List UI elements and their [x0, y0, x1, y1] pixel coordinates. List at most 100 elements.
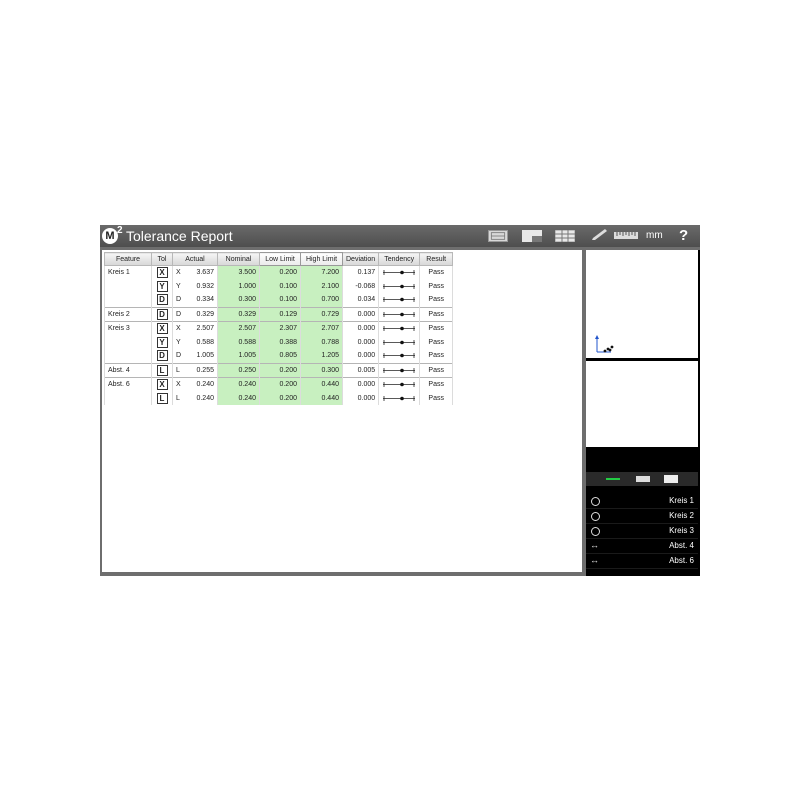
feature-cell: [104, 391, 152, 405]
result-value: Pass: [419, 362, 454, 378]
result-value: Pass: [419, 335, 454, 349]
low-limit-value[interactable]: 0.200: [259, 362, 301, 378]
header-actual[interactable]: Actual: [172, 252, 218, 266]
tolerance-toggle[interactable]: D: [156, 294, 168, 306]
table-row[interactable]: Abst. 6 X X 0.240 0.240 0.200 0.440 0.000 Pass: [104, 377, 454, 392]
tab-list-3[interactable]: [664, 475, 678, 483]
nominal-value[interactable]: 0.588: [217, 335, 260, 349]
high-limit-value[interactable]: 0.440: [300, 377, 343, 392]
tolerance-toggle[interactable]: D: [156, 308, 168, 320]
table-row[interactable]: Kreis 2 D D 0.329 0.329 0.129 0.729 0.000 Pass: [104, 306, 454, 322]
low-limit-value[interactable]: 0.388: [259, 335, 301, 349]
low-limit-value[interactable]: 0.129: [259, 306, 301, 322]
tab-list-2[interactable]: [636, 476, 650, 482]
low-limit-value[interactable]: 0.200: [259, 377, 301, 392]
tolerance-toggle[interactable]: X: [156, 379, 168, 391]
tolerance-toggle[interactable]: Y: [156, 336, 168, 348]
table-view-icon[interactable]: [555, 230, 575, 242]
high-limit-value[interactable]: 0.300: [300, 362, 343, 378]
report-layout-icon[interactable]: [488, 230, 508, 242]
header-nominal[interactable]: Nominal: [217, 252, 260, 266]
high-limit-value[interactable]: 0.440: [300, 391, 343, 405]
nominal-value[interactable]: 1.000: [217, 279, 260, 293]
nominal-value[interactable]: 0.300: [217, 293, 260, 307]
axis-label: X: [176, 325, 181, 333]
result-value: Pass: [419, 321, 454, 336]
feature-list-item[interactable]: ↔ Abst. 4: [586, 539, 698, 554]
table-header-row: Feature Tol Actual Nominal Low Limit Hig…: [104, 252, 454, 266]
feature-list-label: Kreis 2: [669, 511, 694, 520]
table-row[interactable]: L L 0.240 0.240 0.200 0.440 0.000 Pass: [104, 391, 454, 405]
table-row[interactable]: D D 1.005 1.005 0.805 1.205 0.000 Pass: [104, 349, 454, 363]
tolerance-toggle[interactable]: X: [156, 267, 168, 279]
graphic-view[interactable]: [586, 250, 698, 358]
table-row[interactable]: Kreis 1 X X 3.637 3.500 0.200 7.200 0.137 Pass: [104, 265, 454, 280]
nominal-value[interactable]: 0.240: [217, 391, 260, 405]
actual-value: 0.255: [196, 366, 214, 374]
axis-label: D: [176, 352, 182, 360]
help-button[interactable]: ?: [679, 227, 688, 244]
ruler-icon[interactable]: [614, 232, 638, 239]
circle-icon: [591, 512, 600, 521]
low-limit-value[interactable]: 0.100: [259, 293, 301, 307]
deviation-value: 0.000: [341, 321, 380, 336]
low-limit-value[interactable]: 0.200: [259, 265, 301, 280]
feature-cell: Kreis 3: [104, 321, 152, 336]
feature-list-item[interactable]: Kreis 2: [586, 509, 698, 524]
nominal-value[interactable]: 0.240: [217, 377, 260, 392]
tolerance-toggle[interactable]: X: [156, 323, 168, 335]
header-result[interactable]: Result: [419, 252, 454, 266]
high-limit-value[interactable]: 0.700: [300, 293, 343, 307]
nominal-value[interactable]: 0.329: [217, 306, 260, 322]
deviation-value: 0.137: [341, 265, 380, 280]
title-bar: M 2 Tolerance Report mm ?: [100, 225, 700, 247]
feature-list-item[interactable]: Kreis 3: [586, 524, 698, 539]
high-limit-value[interactable]: 1.205: [300, 349, 343, 363]
unit-label[interactable]: mm: [646, 230, 663, 241]
distance-icon: ↔: [590, 555, 599, 565]
pencil-icon[interactable]: [591, 229, 609, 241]
feature-cell: Abst. 6: [104, 377, 152, 392]
feature-list-item[interactable]: ↔ Abst. 6: [586, 554, 698, 569]
nominal-value[interactable]: 3.500: [217, 265, 260, 280]
high-limit-value[interactable]: 2.100: [300, 279, 343, 293]
high-limit-value[interactable]: 7.200: [300, 265, 343, 280]
header-low-limit[interactable]: Low Limit: [259, 252, 301, 266]
header-high-limit[interactable]: High Limit: [300, 252, 343, 266]
actual-value: 0.240: [196, 394, 214, 402]
nominal-value[interactable]: 1.005: [217, 349, 260, 363]
axis-label: D: [176, 310, 182, 318]
low-limit-value[interactable]: 0.805: [259, 349, 301, 363]
tab-list-active[interactable]: [606, 478, 620, 480]
table-row[interactable]: D D 0.334 0.300 0.100 0.700 0.034 Pass: [104, 293, 454, 307]
axis-label: X: [176, 269, 181, 277]
feature-list-item[interactable]: Kreis 1: [586, 494, 698, 509]
tendency-indicator: [383, 283, 416, 289]
high-limit-value[interactable]: 0.729: [300, 306, 343, 322]
view-layout-icon[interactable]: [522, 230, 542, 242]
deviation-value: -0.068: [341, 279, 380, 293]
nominal-value[interactable]: 0.250: [217, 362, 260, 378]
result-value: Pass: [419, 349, 454, 363]
feature-cell: Kreis 2: [104, 306, 152, 322]
table-row[interactable]: Y Y 0.588 0.588 0.388 0.788 0.000 Pass: [104, 335, 454, 349]
nominal-value[interactable]: 2.507: [217, 321, 260, 336]
table-row[interactable]: Abst. 4 L L 0.255 0.250 0.200 0.300 0.005 Pass: [104, 362, 454, 378]
high-limit-value[interactable]: 2.707: [300, 321, 343, 336]
tolerance-toggle[interactable]: L: [156, 364, 168, 376]
header-tol[interactable]: Tol: [151, 252, 173, 266]
tendency-indicator: [383, 297, 416, 303]
high-limit-value[interactable]: 0.788: [300, 335, 343, 349]
tolerance-toggle[interactable]: Y: [156, 280, 168, 292]
low-limit-value[interactable]: 2.307: [259, 321, 301, 336]
tolerance-toggle[interactable]: L: [156, 392, 168, 404]
low-limit-value[interactable]: 0.200: [259, 391, 301, 405]
table-row[interactable]: Kreis 3 X X 2.507 2.507 2.307 2.707 0.000 Pass: [104, 321, 454, 336]
header-deviation[interactable]: Deviation: [341, 252, 380, 266]
low-limit-value[interactable]: 0.100: [259, 279, 301, 293]
app-logo: M: [102, 228, 118, 244]
header-feature[interactable]: Feature: [104, 252, 152, 266]
tolerance-toggle[interactable]: D: [156, 350, 168, 362]
table-row[interactable]: Y Y 0.932 1.000 0.100 2.100 -0.068 Pass: [104, 279, 454, 293]
header-tendency[interactable]: Tendency: [378, 252, 421, 266]
